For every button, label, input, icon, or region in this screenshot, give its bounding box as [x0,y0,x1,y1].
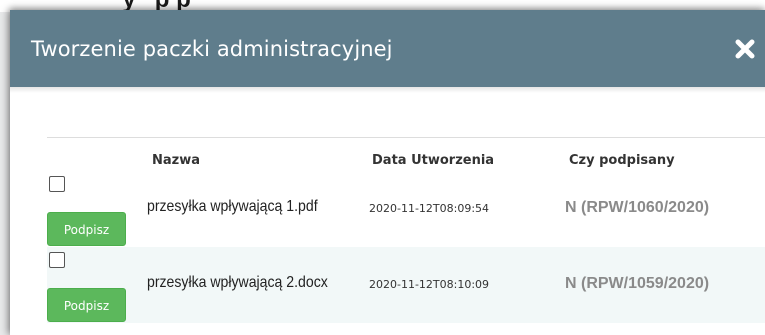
row-select-checkbox[interactable] [49,252,65,268]
row-select-checkbox[interactable] [49,176,65,192]
sign-button[interactable]: Podpisz [47,288,126,322]
document-created-date: 2020-11-12T08:10:09 [369,278,490,291]
dialog-header: Tworzenie paczki administracyjnej [10,10,765,87]
column-header-name: Nazwa [152,153,201,168]
document-name: przesyłka wpływającą 1.pdf [147,198,318,215]
column-header-signed: Czy podpisany [569,153,675,168]
table-header: Nazwa Data Utworzenia Czy podpisany [47,137,765,171]
document-created-date: 2020-11-12T08:09:54 [369,202,490,215]
document-signed-status: N (RPW/1060/2020) [565,199,710,216]
documents-table: Nazwa Data Utworzenia Czy podpisany Podp… [47,137,765,323]
document-signed-status: N (RPW/1059/2020) [565,275,710,292]
table-row: Podpisz przesyłka wpływającą 2.docx 2020… [47,247,765,323]
header-shadow [10,87,765,93]
column-header-created: Data Utworzenia [372,153,495,168]
sign-button[interactable]: Podpisz [47,212,126,246]
dialog-title: Tworzenie paczki administracyjnej [31,37,393,61]
document-name: przesyłka wpływającą 2.docx [147,274,328,291]
create-admin-package-dialog: Tworzenie paczki administracyjnej Nazwa … [10,10,765,335]
close-icon[interactable] [734,38,756,60]
screen: ' y ' p p Tworzenie paczki administracyj… [0,0,765,335]
table-row: Podpisz przesyłka wpływającą 1.pdf 2020-… [47,171,765,247]
